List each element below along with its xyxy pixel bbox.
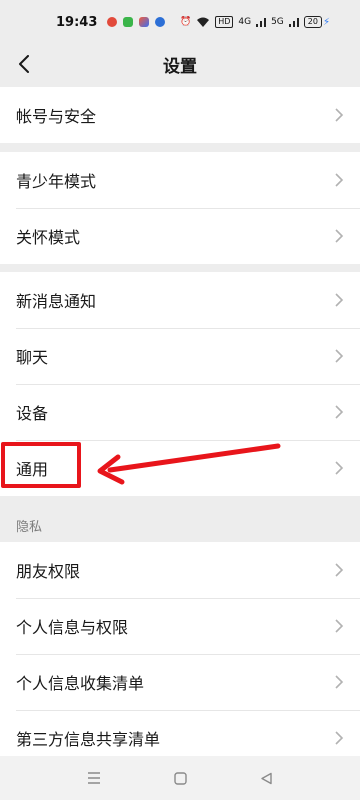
settings-item-label: 设备	[16, 404, 49, 423]
back-triangle-icon	[260, 772, 272, 784]
status-right: ⏰ HD 4G 5G 20 ⚡	[180, 16, 330, 28]
nav-bar: 设置	[0, 44, 360, 84]
chevron-right-icon	[335, 293, 344, 307]
menu-button[interactable]	[86, 770, 102, 786]
chevron-right-icon	[335, 229, 344, 243]
blue-app-icon	[155, 17, 166, 27]
system-nav-bar	[0, 756, 360, 800]
settings-group-account: 帐号与安全	[0, 87, 360, 143]
settings-item-label: 帐号与安全	[16, 107, 97, 126]
settings-item-personal-info-permissions[interactable]: 个人信息与权限	[0, 598, 360, 654]
settings-item-label: 聊天	[16, 348, 49, 367]
settings-item-label: 个人信息收集清单	[16, 674, 145, 693]
chevron-right-icon	[335, 619, 344, 633]
settings-item-personal-info-list[interactable]: 个人信息收集清单	[0, 654, 360, 710]
page-title: 设置	[163, 56, 197, 77]
back-button[interactable]	[10, 50, 38, 78]
chevron-right-icon	[335, 173, 344, 187]
chevron-right-icon	[335, 349, 344, 363]
chevron-right-icon	[335, 731, 344, 745]
home-button[interactable]	[172, 770, 188, 786]
status-time: 19:43	[56, 14, 98, 30]
home-icon	[173, 771, 187, 785]
settings-item-teen-mode[interactable]: 青少年模式	[0, 152, 360, 208]
chevron-right-icon	[335, 675, 344, 689]
chevron-right-icon	[335, 405, 344, 419]
menu-icon	[88, 772, 100, 784]
annotation-highlight-box	[1, 442, 81, 488]
chevron-right-icon	[335, 461, 344, 475]
settings-item-notifications[interactable]: 新消息通知	[0, 272, 360, 328]
green-app-icon	[123, 17, 134, 27]
status-bar: 19:43 ⏰ HD 4G 5G 20 ⚡	[0, 0, 360, 44]
back-nav-button[interactable]	[258, 770, 274, 786]
settings-group-privacy: 朋友权限 个人信息与权限 个人信息收集清单 第三方信息共享清单	[0, 542, 360, 766]
section-label-privacy: 隐私	[16, 520, 43, 535]
back-chevron-icon	[19, 55, 29, 73]
settings-item-friend-permissions[interactable]: 朋友权限	[0, 542, 360, 598]
settings-item-label: 新消息通知	[16, 292, 97, 311]
settings-item-label: 第三方信息共享清单	[16, 730, 161, 749]
signal-4g-icon: 4G	[238, 17, 252, 27]
settings-item-label: 朋友权限	[16, 562, 81, 581]
settings-item-label: 青少年模式	[16, 172, 97, 191]
settings-item-chat[interactable]: 聊天	[0, 328, 360, 384]
hd-icon: HD	[215, 16, 234, 28]
settings-item-care-mode[interactable]: 关怀模式	[0, 208, 360, 264]
settings-item-label: 关怀模式	[16, 228, 81, 247]
alarm-icon: ⏰	[179, 17, 192, 27]
battery-icon: 20 ⚡	[303, 16, 330, 28]
notification-icons	[107, 17, 166, 27]
signal-bars-icon	[256, 18, 267, 27]
charging-icon: ⚡	[322, 16, 330, 28]
signal-bars-2-icon	[288, 18, 299, 27]
wifi-icon	[197, 17, 210, 27]
red-app-icon	[107, 17, 118, 27]
settings-item-devices[interactable]: 设备	[0, 384, 360, 440]
chevron-right-icon	[335, 563, 344, 577]
settings-item-account-security[interactable]: 帐号与安全	[0, 87, 360, 143]
settings-item-label: 个人信息与权限	[16, 618, 129, 637]
colorful-app-icon	[139, 17, 150, 27]
signal-5g-icon: 5G	[271, 17, 284, 27]
settings-group-modes: 青少年模式 关怀模式	[0, 152, 360, 264]
annotation-arrow-icon	[97, 443, 281, 485]
chevron-right-icon	[335, 108, 344, 122]
battery-level: 20	[303, 16, 322, 28]
